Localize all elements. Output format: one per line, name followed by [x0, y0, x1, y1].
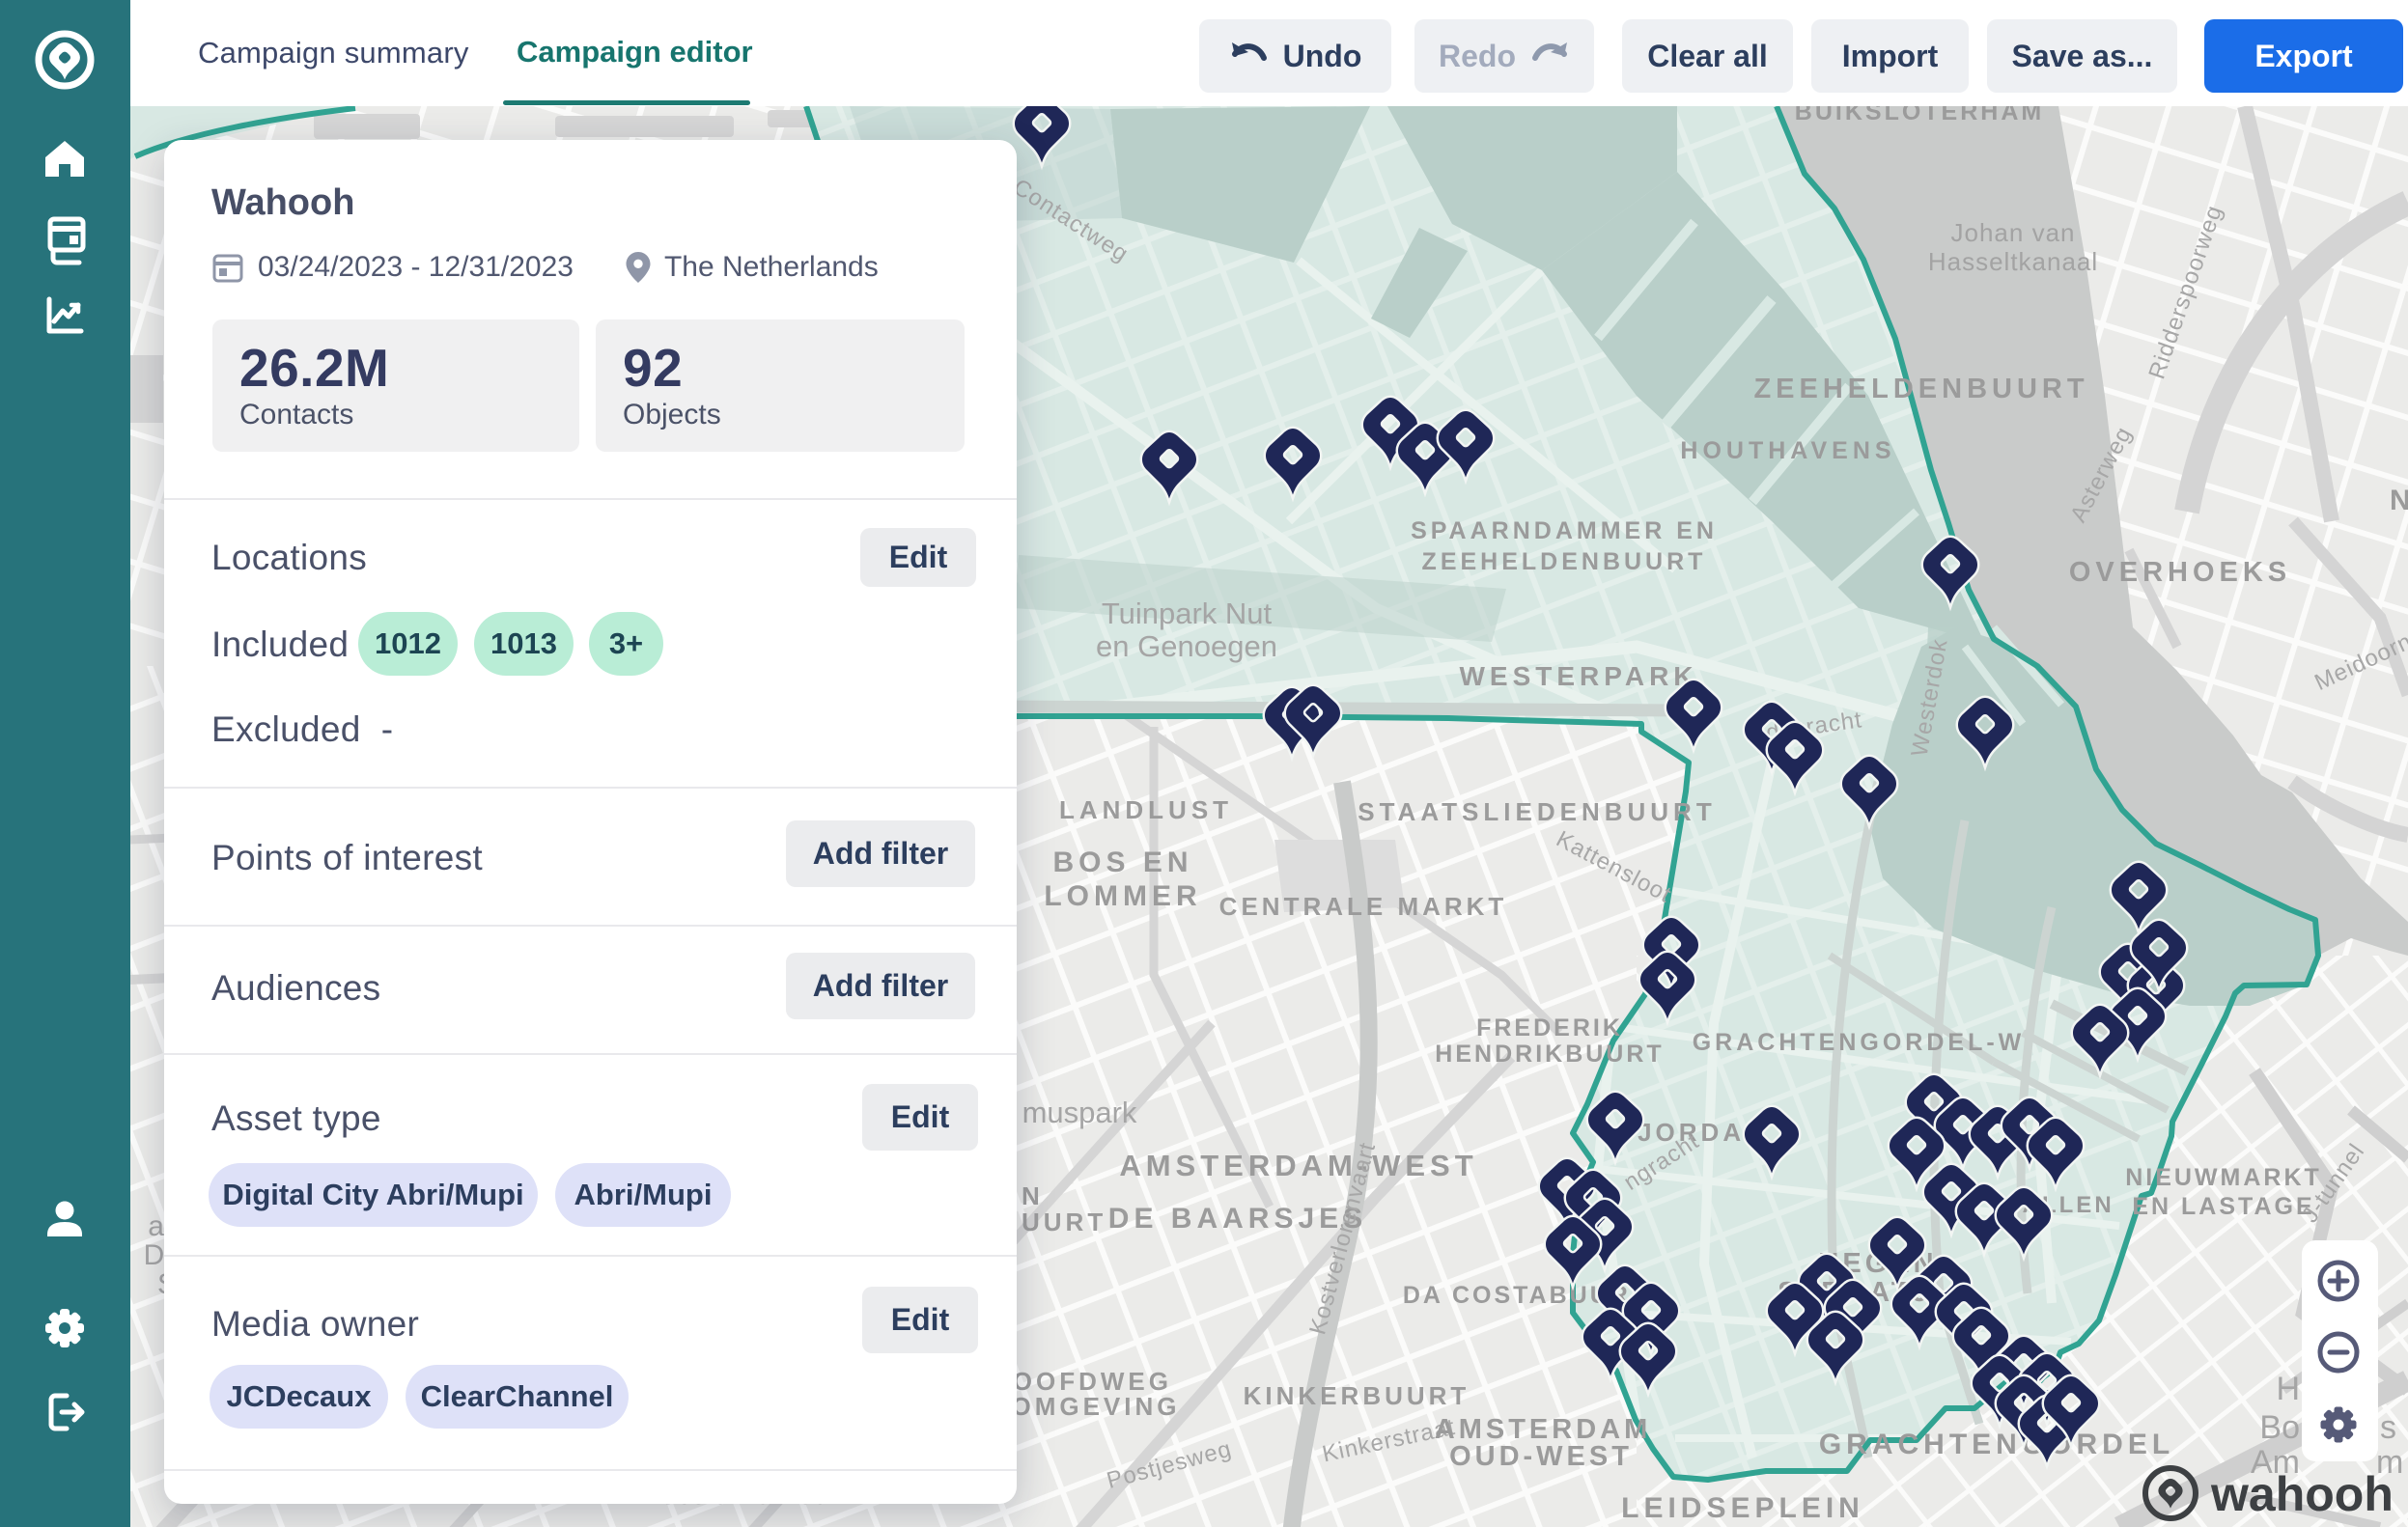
- svg-text:LOMMER: LOMMER: [1044, 880, 1201, 912]
- svg-text:OVERHOEKS: OVERHOEKS: [2069, 557, 2291, 588]
- svg-text:GRACHTENGORDEL-W: GRACHTENGORDEL-W: [1693, 1029, 2026, 1056]
- svg-text:ZEEHELDENBUURT: ZEEHELDENBUURT: [1422, 548, 1707, 575]
- svg-text:N: N: [1022, 1181, 1044, 1210]
- svg-text:BOS EN: BOS EN: [1052, 847, 1192, 878]
- svg-text:Tuinpark Nut: Tuinpark Nut: [1102, 597, 1273, 630]
- svg-text:UURT: UURT: [1022, 1208, 1106, 1236]
- svg-text:HOUTHAVENS: HOUTHAVENS: [1680, 437, 1895, 464]
- svg-text:s: s: [2380, 1409, 2396, 1446]
- svg-text:Hasseltkanaal: Hasseltkanaal: [1928, 247, 2098, 276]
- svg-text:WESTERPARK: WESTERPARK: [1459, 661, 1697, 691]
- svg-text:EN LASTAGE: EN LASTAGE: [2132, 1193, 2314, 1220]
- svg-text:H: H: [2276, 1371, 2300, 1407]
- svg-text:OUD-WEST: OUD-WEST: [1449, 1441, 1633, 1472]
- svg-text:GRACHTENGORDEL: GRACHTENGORDEL: [1819, 1429, 2174, 1460]
- svg-text:SPAARNDAMMER EN: SPAARNDAMMER EN: [1411, 517, 1718, 544]
- svg-text:FREDERIK: FREDERIK: [1476, 1014, 1623, 1041]
- svg-text:Bo: Bo: [2259, 1409, 2300, 1446]
- svg-text:AMSTERDAM-WEST: AMSTERDAM-WEST: [1119, 1149, 1477, 1182]
- svg-text:LEIDSEPLEIN: LEIDSEPLEIN: [1621, 1492, 1864, 1524]
- svg-text:Johan van: Johan van: [1951, 218, 2076, 247]
- svg-text:CENTRALE MARKT: CENTRALE MARKT: [1219, 892, 1508, 921]
- svg-text:LANDLUST: LANDLUST: [1059, 795, 1233, 824]
- svg-text:DE BAARSJES: DE BAARSJES: [1108, 1203, 1367, 1235]
- svg-text:en Genoegen: en Genoegen: [1096, 629, 1277, 663]
- svg-text:wahooh: wahooh: [2210, 1467, 2394, 1521]
- svg-text:NIEUWMARKT: NIEUWMARKT: [2125, 1164, 2322, 1191]
- svg-text:BUIKSLOTERHAM: BUIKSLOTERHAM: [1795, 106, 2044, 125]
- svg-text:KINKERBUURT: KINKERBUURT: [1244, 1381, 1470, 1410]
- svg-text:muspark: muspark: [1022, 1096, 1137, 1129]
- svg-text:HENDRIKBUURT: HENDRIKBUURT: [1435, 1041, 1664, 1068]
- svg-text:ZEEHELDENBUURT: ZEEHELDENBUURT: [1753, 374, 2088, 404]
- svg-text:Noo: Noo: [2390, 485, 2408, 516]
- svg-text:STAATSLIEDENBUURT: STAATSLIEDENBUURT: [1358, 797, 1716, 826]
